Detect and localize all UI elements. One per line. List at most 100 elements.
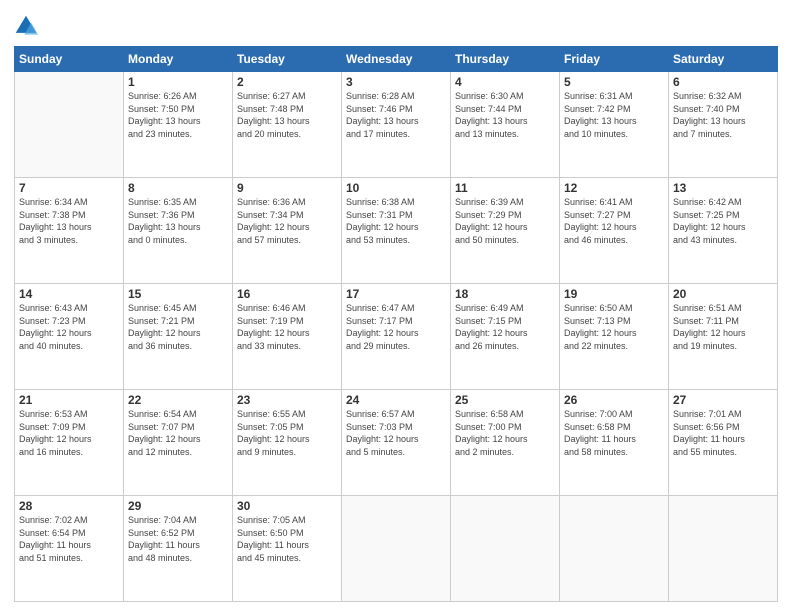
calendar-week-5: 28Sunrise: 7:02 AM Sunset: 6:54 PM Dayli… bbox=[15, 496, 778, 602]
weekday-header-thursday: Thursday bbox=[451, 47, 560, 72]
day-number: 18 bbox=[455, 287, 555, 301]
day-number: 9 bbox=[237, 181, 337, 195]
weekday-header-friday: Friday bbox=[560, 47, 669, 72]
calendar-cell: 16Sunrise: 6:46 AM Sunset: 7:19 PM Dayli… bbox=[233, 284, 342, 390]
calendar-cell: 8Sunrise: 6:35 AM Sunset: 7:36 PM Daylig… bbox=[124, 178, 233, 284]
calendar-cell: 6Sunrise: 6:32 AM Sunset: 7:40 PM Daylig… bbox=[669, 72, 778, 178]
calendar-cell: 4Sunrise: 6:30 AM Sunset: 7:44 PM Daylig… bbox=[451, 72, 560, 178]
day-info: Sunrise: 6:57 AM Sunset: 7:03 PM Dayligh… bbox=[346, 408, 446, 458]
day-info: Sunrise: 6:58 AM Sunset: 7:00 PM Dayligh… bbox=[455, 408, 555, 458]
calendar-cell: 7Sunrise: 6:34 AM Sunset: 7:38 PM Daylig… bbox=[15, 178, 124, 284]
day-info: Sunrise: 6:27 AM Sunset: 7:48 PM Dayligh… bbox=[237, 90, 337, 140]
day-number: 2 bbox=[237, 75, 337, 89]
day-number: 17 bbox=[346, 287, 446, 301]
day-number: 26 bbox=[564, 393, 664, 407]
day-number: 22 bbox=[128, 393, 228, 407]
calendar-week-2: 7Sunrise: 6:34 AM Sunset: 7:38 PM Daylig… bbox=[15, 178, 778, 284]
calendar-cell: 25Sunrise: 6:58 AM Sunset: 7:00 PM Dayli… bbox=[451, 390, 560, 496]
calendar-cell: 24Sunrise: 6:57 AM Sunset: 7:03 PM Dayli… bbox=[342, 390, 451, 496]
calendar-cell bbox=[342, 496, 451, 602]
day-info: Sunrise: 6:46 AM Sunset: 7:19 PM Dayligh… bbox=[237, 302, 337, 352]
calendar-cell bbox=[560, 496, 669, 602]
calendar-cell: 17Sunrise: 6:47 AM Sunset: 7:17 PM Dayli… bbox=[342, 284, 451, 390]
day-number: 6 bbox=[673, 75, 773, 89]
day-info: Sunrise: 6:39 AM Sunset: 7:29 PM Dayligh… bbox=[455, 196, 555, 246]
calendar-cell: 23Sunrise: 6:55 AM Sunset: 7:05 PM Dayli… bbox=[233, 390, 342, 496]
day-info: Sunrise: 6:31 AM Sunset: 7:42 PM Dayligh… bbox=[564, 90, 664, 140]
logo bbox=[14, 14, 42, 38]
day-info: Sunrise: 7:02 AM Sunset: 6:54 PM Dayligh… bbox=[19, 514, 119, 564]
day-info: Sunrise: 6:32 AM Sunset: 7:40 PM Dayligh… bbox=[673, 90, 773, 140]
calendar-cell: 5Sunrise: 6:31 AM Sunset: 7:42 PM Daylig… bbox=[560, 72, 669, 178]
calendar-cell: 27Sunrise: 7:01 AM Sunset: 6:56 PM Dayli… bbox=[669, 390, 778, 496]
day-info: Sunrise: 6:55 AM Sunset: 7:05 PM Dayligh… bbox=[237, 408, 337, 458]
day-number: 15 bbox=[128, 287, 228, 301]
calendar-cell: 19Sunrise: 6:50 AM Sunset: 7:13 PM Dayli… bbox=[560, 284, 669, 390]
calendar-cell: 29Sunrise: 7:04 AM Sunset: 6:52 PM Dayli… bbox=[124, 496, 233, 602]
calendar-cell: 14Sunrise: 6:43 AM Sunset: 7:23 PM Dayli… bbox=[15, 284, 124, 390]
day-number: 3 bbox=[346, 75, 446, 89]
day-info: Sunrise: 7:05 AM Sunset: 6:50 PM Dayligh… bbox=[237, 514, 337, 564]
day-info: Sunrise: 6:36 AM Sunset: 7:34 PM Dayligh… bbox=[237, 196, 337, 246]
header bbox=[14, 10, 778, 38]
day-number: 10 bbox=[346, 181, 446, 195]
weekday-header-tuesday: Tuesday bbox=[233, 47, 342, 72]
day-number: 27 bbox=[673, 393, 773, 407]
weekday-header-row: SundayMondayTuesdayWednesdayThursdayFrid… bbox=[15, 47, 778, 72]
day-number: 20 bbox=[673, 287, 773, 301]
day-info: Sunrise: 7:01 AM Sunset: 6:56 PM Dayligh… bbox=[673, 408, 773, 458]
day-info: Sunrise: 6:43 AM Sunset: 7:23 PM Dayligh… bbox=[19, 302, 119, 352]
calendar-cell: 12Sunrise: 6:41 AM Sunset: 7:27 PM Dayli… bbox=[560, 178, 669, 284]
day-number: 5 bbox=[564, 75, 664, 89]
calendar-cell: 13Sunrise: 6:42 AM Sunset: 7:25 PM Dayli… bbox=[669, 178, 778, 284]
calendar-week-1: 1Sunrise: 6:26 AM Sunset: 7:50 PM Daylig… bbox=[15, 72, 778, 178]
calendar-cell: 21Sunrise: 6:53 AM Sunset: 7:09 PM Dayli… bbox=[15, 390, 124, 496]
day-info: Sunrise: 6:28 AM Sunset: 7:46 PM Dayligh… bbox=[346, 90, 446, 140]
day-number: 16 bbox=[237, 287, 337, 301]
day-info: Sunrise: 6:38 AM Sunset: 7:31 PM Dayligh… bbox=[346, 196, 446, 246]
day-info: Sunrise: 6:26 AM Sunset: 7:50 PM Dayligh… bbox=[128, 90, 228, 140]
day-number: 25 bbox=[455, 393, 555, 407]
main-container: SundayMondayTuesdayWednesdayThursdayFrid… bbox=[0, 0, 792, 612]
day-info: Sunrise: 7:04 AM Sunset: 6:52 PM Dayligh… bbox=[128, 514, 228, 564]
calendar-cell: 2Sunrise: 6:27 AM Sunset: 7:48 PM Daylig… bbox=[233, 72, 342, 178]
calendar-cell: 3Sunrise: 6:28 AM Sunset: 7:46 PM Daylig… bbox=[342, 72, 451, 178]
day-number: 11 bbox=[455, 181, 555, 195]
day-number: 21 bbox=[19, 393, 119, 407]
day-info: Sunrise: 6:50 AM Sunset: 7:13 PM Dayligh… bbox=[564, 302, 664, 352]
day-info: Sunrise: 6:42 AM Sunset: 7:25 PM Dayligh… bbox=[673, 196, 773, 246]
weekday-header-sunday: Sunday bbox=[15, 47, 124, 72]
calendar-cell: 22Sunrise: 6:54 AM Sunset: 7:07 PM Dayli… bbox=[124, 390, 233, 496]
day-number: 29 bbox=[128, 499, 228, 513]
calendar-cell: 9Sunrise: 6:36 AM Sunset: 7:34 PM Daylig… bbox=[233, 178, 342, 284]
calendar-week-4: 21Sunrise: 6:53 AM Sunset: 7:09 PM Dayli… bbox=[15, 390, 778, 496]
weekday-header-wednesday: Wednesday bbox=[342, 47, 451, 72]
day-info: Sunrise: 6:53 AM Sunset: 7:09 PM Dayligh… bbox=[19, 408, 119, 458]
day-info: Sunrise: 7:00 AM Sunset: 6:58 PM Dayligh… bbox=[564, 408, 664, 458]
day-info: Sunrise: 6:45 AM Sunset: 7:21 PM Dayligh… bbox=[128, 302, 228, 352]
calendar-cell: 20Sunrise: 6:51 AM Sunset: 7:11 PM Dayli… bbox=[669, 284, 778, 390]
day-info: Sunrise: 6:41 AM Sunset: 7:27 PM Dayligh… bbox=[564, 196, 664, 246]
day-number: 28 bbox=[19, 499, 119, 513]
day-number: 7 bbox=[19, 181, 119, 195]
calendar-cell: 15Sunrise: 6:45 AM Sunset: 7:21 PM Dayli… bbox=[124, 284, 233, 390]
calendar-cell: 28Sunrise: 7:02 AM Sunset: 6:54 PM Dayli… bbox=[15, 496, 124, 602]
day-info: Sunrise: 6:54 AM Sunset: 7:07 PM Dayligh… bbox=[128, 408, 228, 458]
day-info: Sunrise: 6:51 AM Sunset: 7:11 PM Dayligh… bbox=[673, 302, 773, 352]
calendar-cell bbox=[669, 496, 778, 602]
day-number: 4 bbox=[455, 75, 555, 89]
calendar-cell: 26Sunrise: 7:00 AM Sunset: 6:58 PM Dayli… bbox=[560, 390, 669, 496]
weekday-header-monday: Monday bbox=[124, 47, 233, 72]
calendar-cell: 1Sunrise: 6:26 AM Sunset: 7:50 PM Daylig… bbox=[124, 72, 233, 178]
day-info: Sunrise: 6:34 AM Sunset: 7:38 PM Dayligh… bbox=[19, 196, 119, 246]
calendar-cell: 30Sunrise: 7:05 AM Sunset: 6:50 PM Dayli… bbox=[233, 496, 342, 602]
day-number: 23 bbox=[237, 393, 337, 407]
calendar-cell bbox=[451, 496, 560, 602]
day-number: 8 bbox=[128, 181, 228, 195]
day-number: 14 bbox=[19, 287, 119, 301]
logo-icon bbox=[14, 14, 38, 38]
day-number: 24 bbox=[346, 393, 446, 407]
weekday-header-saturday: Saturday bbox=[669, 47, 778, 72]
day-info: Sunrise: 6:47 AM Sunset: 7:17 PM Dayligh… bbox=[346, 302, 446, 352]
day-info: Sunrise: 6:35 AM Sunset: 7:36 PM Dayligh… bbox=[128, 196, 228, 246]
